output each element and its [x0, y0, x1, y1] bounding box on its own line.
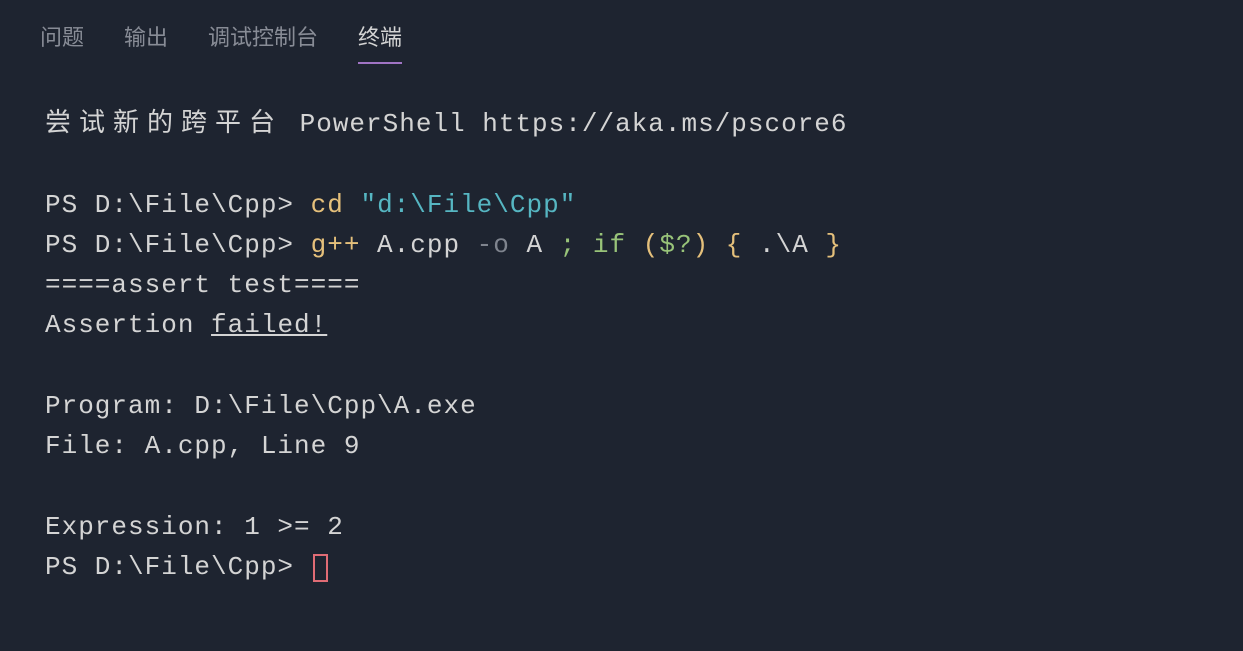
cmd-rparen: ): [693, 230, 710, 260]
blank-line: [45, 144, 1198, 184]
cmd-args1: A.cpp: [360, 230, 476, 260]
blank-line: [45, 346, 1198, 386]
tab-debug-console[interactable]: 调试控制台: [208, 20, 318, 64]
terminal-banner: 尝试新的跨平台 PowerShell https://aka.ms/pscore…: [45, 104, 1198, 144]
cmd-cd: cd: [311, 190, 344, 220]
tab-output[interactable]: 输出: [124, 20, 168, 64]
tab-terminal[interactable]: 终端: [358, 20, 402, 64]
cmd-if: if: [593, 230, 626, 260]
cmd-semi: ;: [560, 230, 577, 260]
terminal-line-cmd2: PS D:\File\Cpp> g++ A.cpp -o A ; if ($?)…: [45, 225, 1198, 265]
prompt-text: PS D:\File\Cpp>: [45, 230, 311, 260]
cmd-sp: [576, 230, 593, 260]
cmd-rbrace: }: [825, 230, 842, 260]
prompt-text: PS D:\File\Cpp>: [45, 552, 311, 582]
cmd-lparen: (: [643, 230, 660, 260]
blank-line: [45, 467, 1198, 507]
output-line: ====assert test====: [45, 265, 1198, 305]
failed-text: failed!: [211, 310, 327, 340]
cmd-gpp: g++: [311, 230, 361, 260]
banner-en-text: PowerShell https://aka.ms/pscore6: [283, 109, 848, 139]
assertion-text: Assertion: [45, 310, 211, 340]
output-line: Expression: 1 >= 2: [45, 507, 1198, 547]
output-line: Program: D:\File\Cpp\A.exe: [45, 386, 1198, 426]
output-line: File: A.cpp, Line 9: [45, 426, 1198, 466]
terminal-line-cmd1: PS D:\File\Cpp> cd "d:\File\Cpp": [45, 185, 1198, 225]
banner-cn-text: 尝试新的跨平台: [45, 109, 283, 139]
terminal-content[interactable]: 尝试新的跨平台 PowerShell https://aka.ms/pscore…: [0, 64, 1243, 588]
cmd-run: .\A: [742, 230, 825, 260]
terminal-prompt-line: PS D:\File\Cpp>: [45, 547, 1198, 587]
prompt-text: PS D:\File\Cpp>: [45, 190, 311, 220]
cmd-args2: A: [510, 230, 560, 260]
cmd-var: $?: [659, 230, 692, 260]
tab-problems[interactable]: 问题: [40, 20, 84, 64]
cmd-lbrace: {: [726, 230, 743, 260]
cmd-sp: [626, 230, 643, 260]
cmd-sp: [709, 230, 726, 260]
cmd-flag: -o: [477, 230, 510, 260]
cmd-path: "d:\File\Cpp": [344, 190, 576, 220]
output-line: Assertion failed!: [45, 305, 1198, 345]
panel-tabs: 问题 输出 调试控制台 终端: [0, 0, 1243, 64]
cursor-icon: [313, 554, 328, 582]
